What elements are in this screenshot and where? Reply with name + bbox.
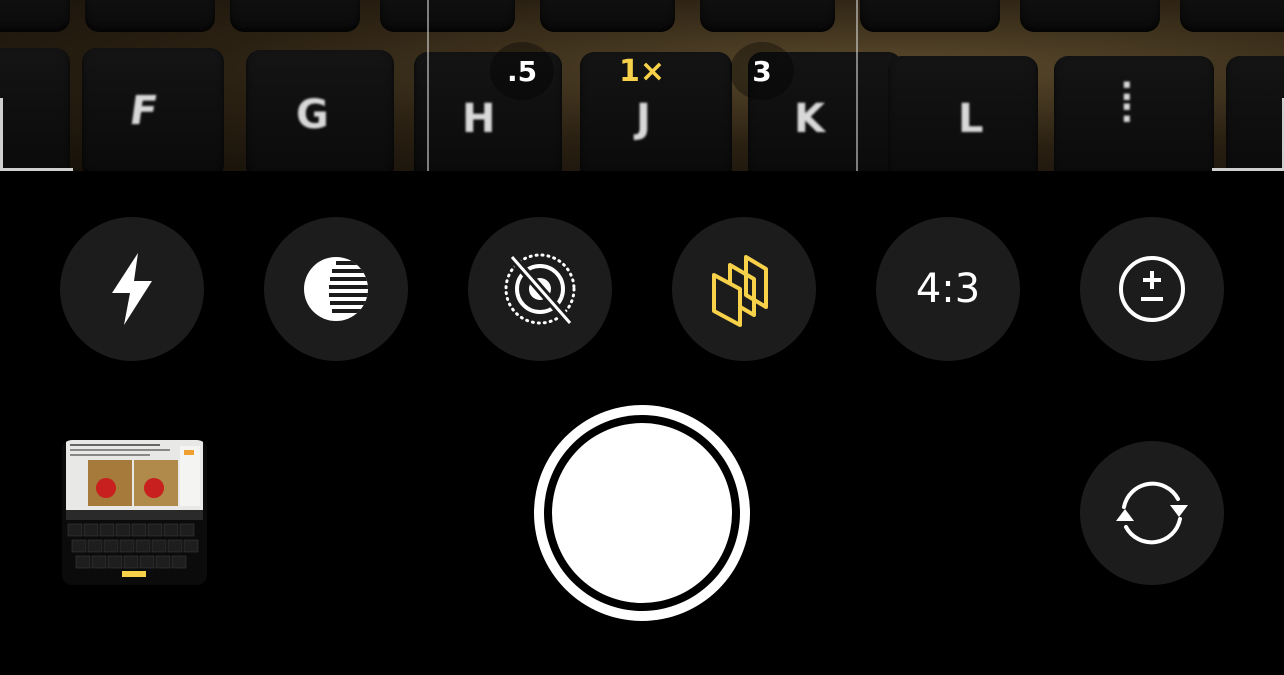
exposure-icon [1119,256,1185,322]
camera-viewfinder[interactable]: F G H J K L :: .5 1× 3 [0,0,1284,171]
key [1020,0,1160,32]
key [230,0,360,32]
key-label-k: K [794,96,825,142]
flash-icon [112,253,152,325]
exposure-button[interactable] [1080,217,1224,361]
zoom-3x-button[interactable]: 3 [730,42,794,100]
live-photo-button[interactable] [468,217,612,361]
night-mode-icon [304,257,368,321]
key-label-h: H [462,96,496,142]
last-photo-thumbnail[interactable] [62,440,207,585]
key [1054,56,1214,171]
shutter-button[interactable] [534,405,750,621]
shutter-core [552,423,732,603]
frame-corner-right [1212,98,1284,171]
live-photo-off-icon [504,253,576,326]
key-label-semicolon: :: [1120,69,1134,131]
key [0,0,70,32]
zoom-1x-button[interactable]: 1× [610,42,674,100]
grid-line [427,0,429,171]
key-label-l: L [958,96,984,142]
key [860,0,1000,32]
aspect-ratio-label: 4:3 [915,266,981,312]
key-label-g: G [296,92,329,138]
key [1180,0,1284,32]
key [85,0,215,32]
key [380,0,515,32]
night-mode-button[interactable] [264,217,408,361]
key [540,0,675,32]
photographic-styles-button[interactable] [672,217,816,361]
thumbnail-image [62,440,207,585]
grid-line [856,0,858,171]
aspect-ratio-button[interactable]: 4:3 [876,217,1020,361]
zoom-half-button[interactable]: .5 [490,42,554,100]
flash-button[interactable] [60,217,204,361]
switch-camera-icon [1116,481,1188,545]
key-label-j: J [636,96,651,142]
key [700,0,835,32]
photographic-styles-icon [712,255,768,327]
frame-corner-left [0,98,73,171]
switch-camera-button[interactable] [1080,441,1224,585]
